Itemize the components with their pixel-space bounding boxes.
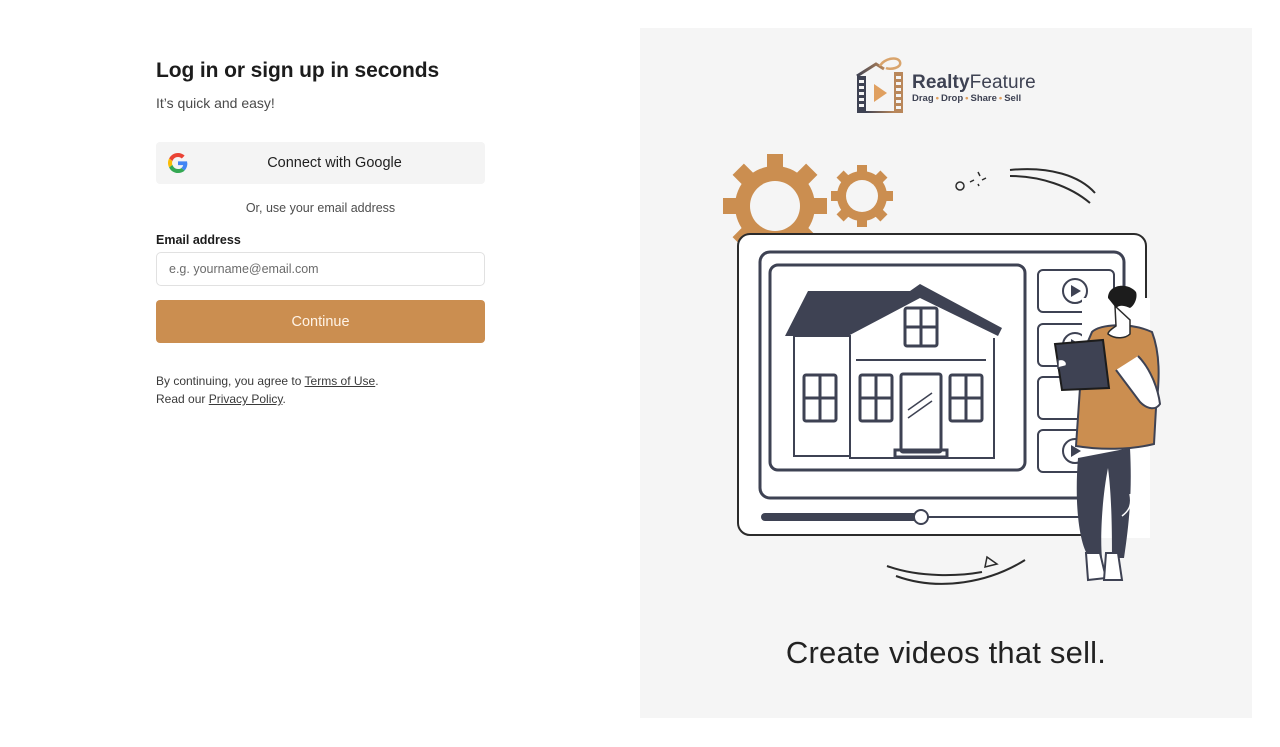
terms-line: By continuing, you agree to Terms of Use…: [156, 372, 379, 390]
email-label: Email address: [156, 233, 241, 247]
terms-prefix: By continuing, you agree to: [156, 374, 305, 388]
video-creator-illustration: [720, 148, 1162, 585]
privacy-policy-link[interactable]: Privacy Policy: [209, 392, 283, 406]
page-subtitle: It’s quick and easy!: [156, 95, 275, 111]
email-divider-text: Or, use your email address: [245, 201, 396, 215]
terms-suffix: .: [375, 374, 379, 388]
tagline-word: Drop: [940, 93, 964, 104]
brand-logo: RealtyFeature Drag • Drop • Share • Sell: [854, 56, 1036, 116]
tagline-dot: •: [998, 93, 1003, 104]
brand-name-bold: Realty: [912, 72, 970, 93]
progress-handle: [913, 509, 929, 525]
logo-film-house-icon: [856, 57, 903, 113]
brand-name: RealtyFeature: [912, 73, 1036, 93]
legal-notice: By continuing, you agree to Terms of Use…: [156, 372, 379, 408]
tagline-word: Share: [970, 93, 997, 104]
page-title: Log in or sign up in seconds: [156, 59, 440, 82]
connect-google-button[interactable]: Connect with Google: [156, 142, 485, 184]
sparkle-icon: [969, 171, 987, 187]
email-input[interactable]: [156, 252, 485, 286]
brand-tagline: Drag • Drop • Share • Sell: [912, 93, 1036, 105]
promo-panel: RealtyFeature Drag•Drop•Share•Sell: [640, 28, 1252, 718]
privacy-prefix: Read our: [156, 392, 209, 406]
privacy-suffix: .: [282, 392, 286, 406]
tagline-word: Drag: [912, 93, 934, 104]
brand-name-light: Feature: [969, 72, 1036, 93]
tagline-word: Sell: [1004, 93, 1022, 104]
login-form: Log in or sign up in seconds It’s quick …: [156, 58, 485, 406]
terms-of-use-link[interactable]: Terms of Use: [305, 374, 376, 388]
google-icon: [168, 153, 188, 173]
motion-arc: [886, 565, 983, 577]
motion-arc: [895, 559, 1026, 585]
small-gear-icon: [818, 152, 906, 240]
triangle-icon: [984, 555, 999, 569]
brand-text: RealtyFeature Drag • Drop • Share • Sell: [912, 73, 1036, 105]
promo-caption: Create videos that sell.: [785, 635, 1107, 670]
continue-button[interactable]: Continue: [156, 300, 485, 343]
sparkle-circle: [955, 181, 965, 191]
connect-google-label: Connect with Google: [267, 155, 402, 171]
tagline-dot: •: [935, 93, 939, 104]
privacy-line: Read our Privacy Policy.: [156, 390, 379, 408]
motion-arc: [1009, 168, 1096, 194]
tagline-dot: •: [965, 93, 969, 104]
